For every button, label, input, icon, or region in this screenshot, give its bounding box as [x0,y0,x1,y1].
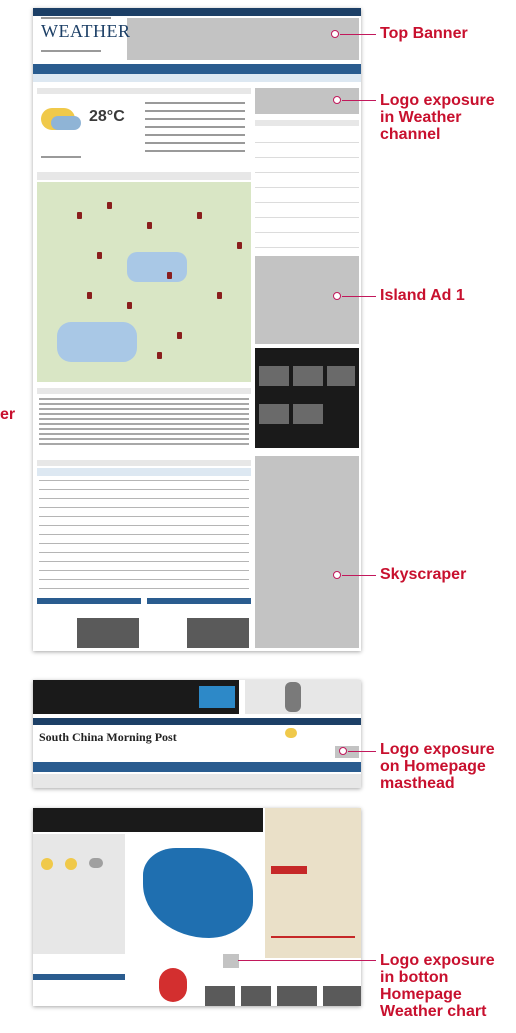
callout-line-island-ad [342,296,376,297]
callout-dot-logo-weather [333,96,341,104]
callout-line-logo-weather [342,100,376,101]
masthead-weather-icon [285,728,297,738]
condition-line-5 [145,134,245,136]
map-pin[interactable] [197,212,202,219]
weather-page-screenshot: WEATHER 28°C [33,8,361,651]
forecast-text-block [39,398,249,446]
weather-chart-logo-exposure[interactable] [223,954,239,968]
condition-line-3 [145,118,245,120]
callout-dot-island-ad [333,292,341,300]
table-header [37,460,251,466]
condition-line-1 [145,102,245,104]
homepage-masthead-screenshot: South China Morning Post [33,680,361,788]
callout-line-top-banner [340,34,376,35]
forecast-cloud-icon [89,858,103,868]
logo-subtitle [41,17,111,19]
callout-logo-weather: Logo exposure in Weather channel [380,92,495,143]
map-pin[interactable] [237,242,242,249]
callout-line-logo-masthead [348,751,376,752]
forecast-sun-icon [41,858,53,870]
callout-cropped-left: er [0,406,16,423]
island-ad-1[interactable] [255,256,359,344]
map-pin[interactable] [77,212,82,219]
callout-dot-skyscraper [333,571,341,579]
video-thumb[interactable] [327,366,355,386]
map-water-2 [57,322,137,362]
masthead-title[interactable]: South China Morning Post [39,730,177,745]
table-tabs[interactable] [37,468,251,476]
condition-line-2 [145,110,245,112]
top-banner-ad[interactable] [127,18,359,60]
map-pin[interactable] [107,202,112,209]
bottom-thumbnail[interactable] [205,986,235,1006]
condition-line-6 [145,142,245,144]
map-pin[interactable] [127,302,132,309]
forecast-widget-header [255,120,359,126]
video-thumb[interactable] [293,404,323,424]
homepage-nav-bar[interactable] [33,762,361,772]
callout-line-skyscraper [342,575,376,576]
top-utility-bar [33,8,361,16]
skyscraper-ad[interactable] [255,456,359,648]
map-pin[interactable] [97,252,102,259]
logo-exposure-slot[interactable] [255,88,359,114]
forecast-header [37,388,251,394]
forecast-widget [255,128,359,248]
ad-red-button[interactable] [271,866,307,874]
chart-header-bar [33,808,263,832]
map-tabs[interactable] [37,172,251,180]
homepage-weather-chart-screenshot [33,808,361,1006]
forecast-sun-icon [65,858,77,870]
video-thumb[interactable] [259,404,289,424]
callout-skyscraper: Skyscraper [380,566,467,583]
callout-top-banner: Top Banner [380,25,468,42]
side-promo[interactable] [245,680,361,714]
weather-cloud-icon [51,116,81,130]
video-thumb[interactable] [259,366,289,386]
bottom-thumbnail[interactable] [277,986,317,1006]
map-pin[interactable] [167,272,172,279]
callout-line-logo-bottom [238,960,376,961]
map-pin[interactable] [177,332,182,339]
hong-kong-weather-map[interactable] [37,182,251,382]
ad-promo-tile[interactable] [199,686,235,708]
forecast-summary [41,156,81,158]
condition-line-7 [145,150,245,152]
current-temperature: 28°C [89,108,125,125]
callout-dot-logo-masthead [339,747,347,755]
date-line [41,50,101,52]
headline-bar [33,774,361,788]
story-header-right[interactable] [147,598,251,604]
bottom-thumbnail[interactable] [323,986,361,1006]
callout-logo-bottom: Logo exposure in botton Homepage Weather… [380,952,495,1020]
video-thumb[interactable] [293,366,323,386]
promo-portrait [285,682,301,712]
current-weather-header [37,88,251,94]
map-pin[interactable] [147,222,152,229]
callout-island-ad: Island Ad 1 [380,287,465,304]
weather-forecast-panel [33,834,125,954]
story-header-left[interactable] [37,598,141,604]
ad-slider-bar [271,936,355,938]
masthead-utility-bar [33,718,361,725]
weather-logo[interactable]: WEATHER [41,21,130,42]
condition-line-4 [145,126,245,128]
video-gallery-widget[interactable] [255,348,359,448]
story-thumbnail-right[interactable] [187,618,249,648]
map-pin[interactable] [217,292,222,299]
hong-kong-map[interactable] [143,848,253,938]
chart-bottom-bar [33,974,125,980]
map-pin[interactable] [157,352,162,359]
red-promo-badge[interactable] [159,968,187,1002]
callout-dot-top-banner [331,30,339,38]
map-pin[interactable] [87,292,92,299]
story-thumbnail-left[interactable] [77,618,139,648]
main-nav-bar[interactable] [33,64,361,74]
sub-nav-bar[interactable] [33,74,361,82]
data-table [39,480,249,590]
callout-logo-masthead: Logo exposure on Homepage masthead [380,741,495,792]
map-water [127,252,187,282]
bottom-thumbnail[interactable] [241,986,271,1006]
